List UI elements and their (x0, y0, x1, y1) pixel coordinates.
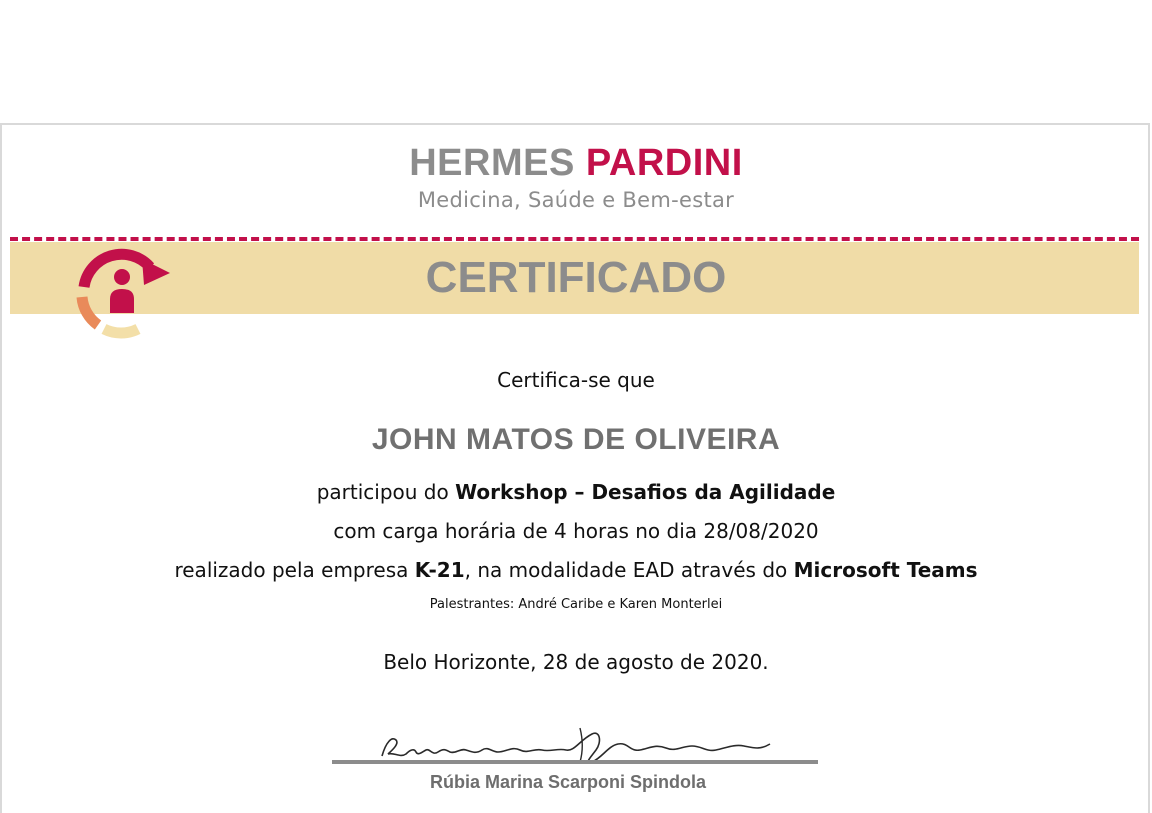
dashed-divider (10, 237, 1139, 241)
brand-name-part2: PARDINI (585, 142, 743, 184)
brand-name-part1: HERMES (409, 142, 575, 184)
place-date: Belo Horizonte, 28 de agosto de 2020. (383, 650, 769, 674)
intro-text: Certifica-se que (497, 368, 655, 392)
certificate-title: CERTIFICADO (425, 253, 727, 302)
signature-line (332, 760, 818, 764)
handwritten-signature (381, 727, 771, 764)
organizer-company: K-21 (414, 558, 465, 582)
organizer-middle: , na modalidade EAD através do (464, 558, 794, 582)
event-name: Workshop – Desafios da Agilidade (455, 480, 836, 504)
recipient-name: JOHN MATOS DE OLIVEIRA (371, 423, 781, 456)
certificate-page (0, 123, 1150, 813)
platform-name: Microsoft Teams (793, 558, 978, 582)
brand-name: HERMES PARDINI (0, 143, 1152, 183)
event-line: participou do Workshop – Desafios da Agi… (0, 480, 1152, 504)
event-line-prefix: participou do (316, 480, 456, 504)
speakers-line: Palestrantes: André Caribe e Karen Monte… (429, 597, 723, 612)
organizer-line: realizado pela empresa K-21, na modalida… (0, 558, 1152, 582)
organizer-prefix: realizado pela empresa (174, 558, 415, 582)
workload-line: com carga horária de 4 horas no dia 28/0… (333, 519, 819, 543)
brand-tagline: Medicina, Saúde e Bem-estar (417, 188, 735, 212)
signer-name: Rúbia Marina Scarponi Spindola (430, 772, 707, 792)
